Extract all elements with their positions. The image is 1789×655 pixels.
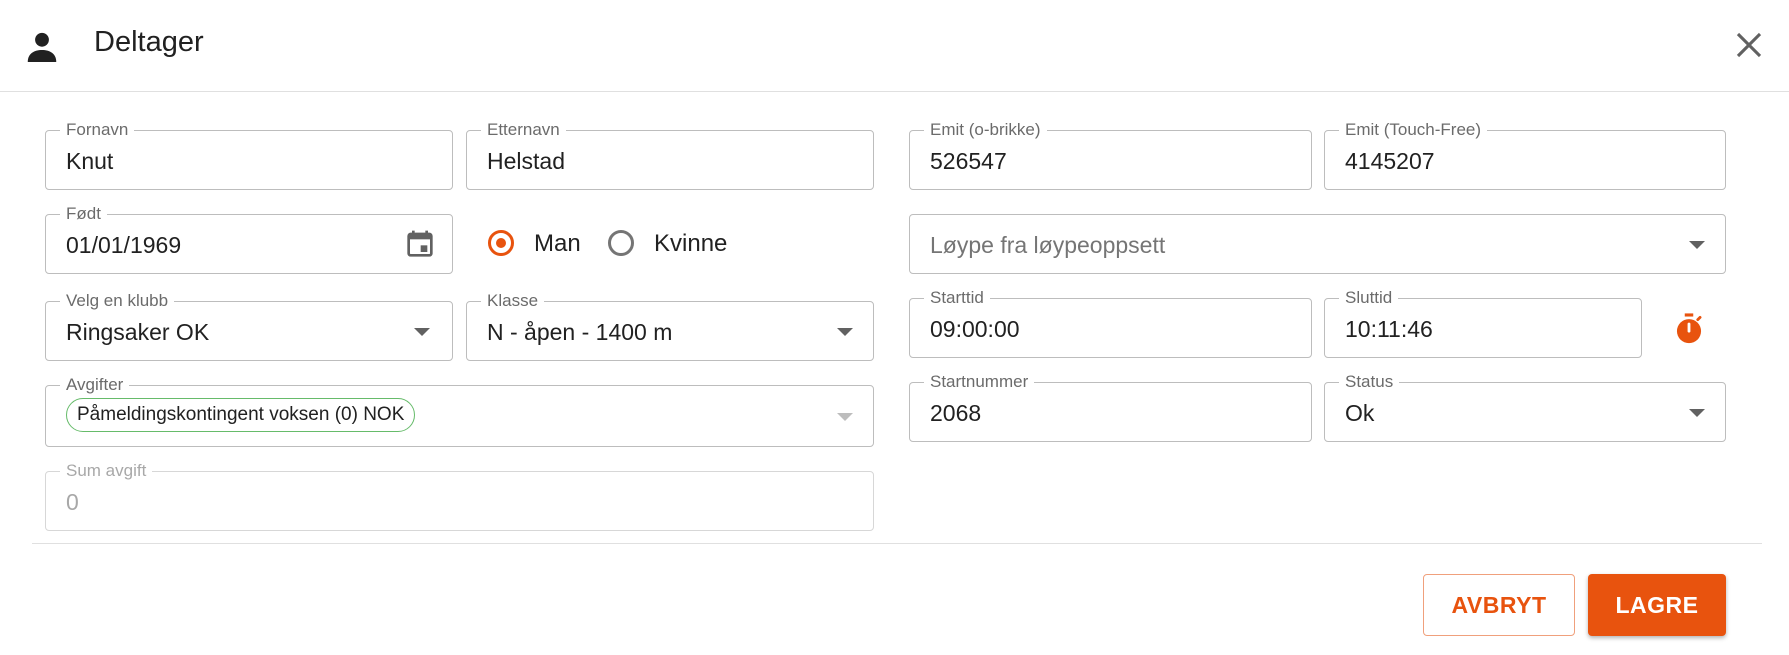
- class-value: N - åpen - 1400 m: [487, 319, 673, 345]
- first-name-field[interactable]: Fornavn Knut: [45, 121, 453, 190]
- fees-label: Avgifter: [60, 376, 130, 394]
- fee-sum-field: Sum avgift 0: [45, 462, 874, 531]
- person-icon: [27, 32, 57, 62]
- fee-sum-value: 0: [66, 489, 79, 515]
- footer-divider: [32, 543, 1762, 544]
- chevron-down-icon[interactable]: [1689, 409, 1705, 417]
- chevron-down-icon[interactable]: [1689, 241, 1705, 249]
- radio-checked-icon[interactable]: [488, 230, 514, 256]
- first-name-value: Knut: [66, 148, 114, 174]
- emit-touch-value: 4145207: [1345, 148, 1435, 174]
- calendar-icon[interactable]: [404, 228, 436, 260]
- fees-select[interactable]: Avgifter Påmeldingskontingent voksen (0)…: [45, 376, 874, 447]
- status-value: Ok: [1345, 400, 1375, 426]
- last-name-field[interactable]: Etternavn Helstad: [466, 121, 874, 190]
- last-name-label: Etternavn: [481, 121, 566, 139]
- emit-card-value: 526547: [930, 148, 1007, 174]
- finish-time-label: Sluttid: [1339, 289, 1399, 307]
- chevron-down-icon[interactable]: [414, 328, 430, 336]
- last-name-value: Helstad: [487, 148, 565, 174]
- fee-sum-label: Sum avgift: [60, 462, 153, 480]
- start-time-value: 09:00:00: [930, 316, 1020, 342]
- club-select[interactable]: Velg en klubb Ringsaker OK: [45, 292, 453, 361]
- status-select[interactable]: Status Ok: [1324, 373, 1726, 442]
- save-button[interactable]: LAGRE: [1588, 574, 1726, 636]
- club-value: Ringsaker OK: [66, 319, 210, 345]
- chevron-down-icon[interactable]: [837, 328, 853, 336]
- class-label: Klasse: [481, 292, 545, 310]
- close-icon[interactable]: [1732, 28, 1766, 62]
- course-select[interactable]: Løype fra løypeoppsett: [909, 214, 1726, 274]
- start-number-label: Startnummer: [924, 373, 1035, 391]
- born-label: Født: [60, 205, 107, 223]
- stopwatch-icon[interactable]: [1672, 311, 1706, 347]
- dialog-header: Deltager: [0, 0, 1789, 92]
- cancel-button[interactable]: AVBRYT: [1423, 574, 1575, 636]
- gender-man-label: Man: [534, 230, 581, 257]
- emit-touch-field[interactable]: Emit (Touch-Free) 4145207: [1324, 121, 1726, 190]
- chevron-down-icon[interactable]: [837, 413, 853, 421]
- start-time-label: Starttid: [924, 289, 990, 307]
- start-number-value: 2068: [930, 400, 982, 426]
- fee-chip[interactable]: Påmeldingskontingent voksen (0) NOK: [66, 398, 416, 432]
- emit-card-label: Emit (o-brikke): [924, 121, 1047, 139]
- born-date-field[interactable]: Født 01/01/1969: [45, 205, 453, 274]
- class-select[interactable]: Klasse N - åpen - 1400 m: [466, 292, 874, 361]
- club-label: Velg en klubb: [60, 292, 175, 310]
- finish-time-value: 10:11:46: [1345, 316, 1433, 342]
- start-time-field[interactable]: Starttid 09:00:00: [909, 289, 1312, 358]
- radio-unchecked-icon[interactable]: [608, 230, 634, 256]
- born-value: 01/01/1969: [66, 232, 182, 258]
- first-name-label: Fornavn: [60, 121, 135, 139]
- emit-card-field[interactable]: Emit (o-brikke) 526547: [909, 121, 1312, 190]
- course-placeholder: Løype fra løypeoppsett: [930, 232, 1166, 258]
- emit-touch-label: Emit (Touch-Free): [1339, 121, 1488, 139]
- gender-kvinne-label: Kvinne: [654, 230, 728, 257]
- start-number-field[interactable]: Startnummer 2068: [909, 373, 1312, 442]
- status-label: Status: [1339, 373, 1400, 391]
- finish-time-field[interactable]: Sluttid 10:11:46: [1324, 289, 1642, 358]
- dialog-title: Deltager: [94, 26, 204, 58]
